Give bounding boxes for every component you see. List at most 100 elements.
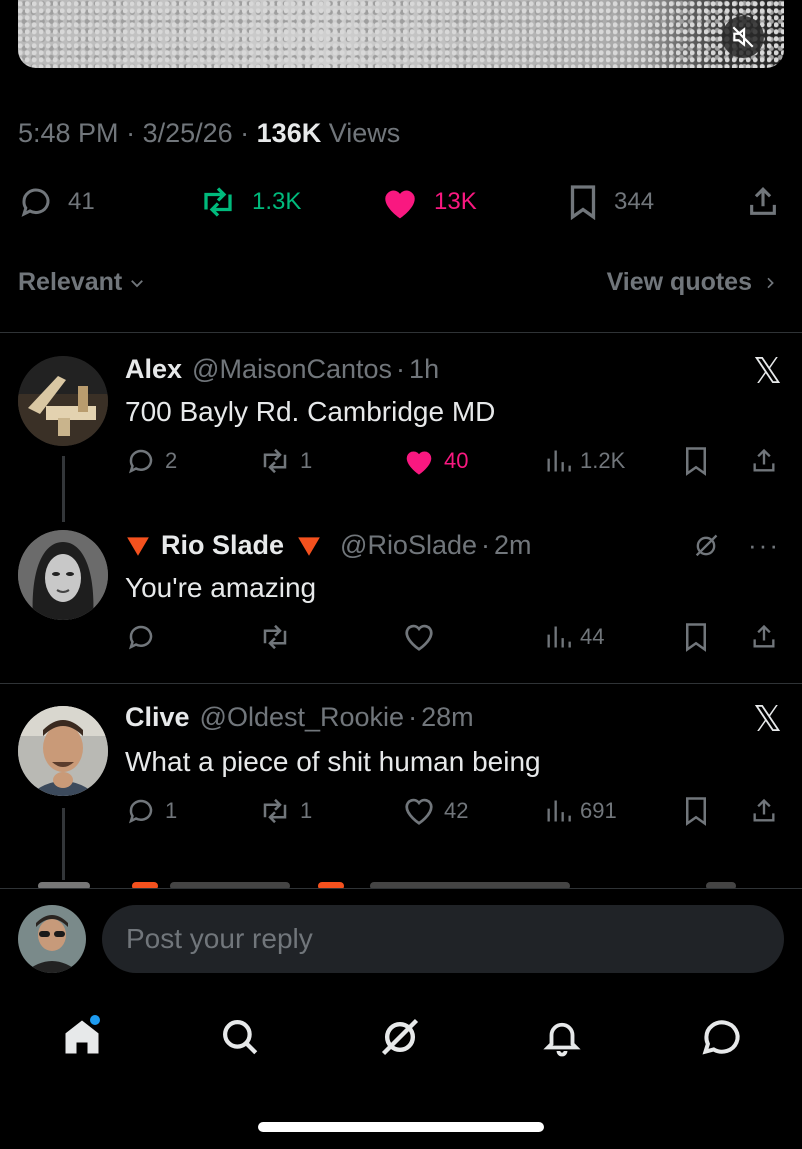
avatar-image-icon xyxy=(18,905,86,973)
views-button[interactable]: 691 xyxy=(544,796,617,826)
notification-dot xyxy=(90,1015,100,1025)
author-handle[interactable]: @Oldest_Rookie xyxy=(200,702,405,733)
bookmark-button[interactable] xyxy=(682,446,710,476)
mute-button[interactable] xyxy=(722,16,764,58)
bookmark-button[interactable]: 344 xyxy=(566,184,654,220)
more-options-icon[interactable]: ··· xyxy=(748,530,780,561)
bookmark-button[interactable] xyxy=(682,796,710,826)
tweet-actions: 41 1.3K 13K 344 xyxy=(0,180,802,226)
view-quotes-label: View quotes xyxy=(606,268,752,296)
analytics-bar-icon xyxy=(547,626,571,648)
nav-grok[interactable] xyxy=(374,1011,426,1063)
reply-time: 2m xyxy=(494,530,532,560)
home-indicator[interactable] xyxy=(258,1122,544,1132)
reply-count: 41 xyxy=(68,188,95,215)
reply-button[interactable]: 41 xyxy=(18,184,95,220)
repost-icon xyxy=(204,187,232,217)
share-icon xyxy=(750,187,776,215)
like-button[interactable] xyxy=(402,622,444,652)
author-name[interactable]: Alex xyxy=(125,354,182,385)
reply-bubble-icon xyxy=(21,188,50,217)
reply-header: Clive @Oldest_Rookie · 28m xyxy=(125,702,474,733)
avatar[interactable] xyxy=(18,530,108,620)
views-label: Views xyxy=(328,118,401,148)
chevron-right-icon xyxy=(767,277,774,288)
author-name[interactable]: Rio Slade xyxy=(161,530,284,561)
repost-count: 1 xyxy=(300,798,313,823)
repost-button[interactable]: 1 xyxy=(258,796,312,826)
author-handle[interactable]: @MaisonCantos xyxy=(192,354,392,385)
share-button[interactable] xyxy=(750,446,778,476)
bookmark-icon xyxy=(686,623,706,652)
grok-icon xyxy=(381,1018,419,1056)
avatar[interactable] xyxy=(18,706,108,796)
reply-count: 1 xyxy=(165,798,178,823)
reply-bubble-icon xyxy=(128,449,153,474)
repost-count: 1.3K xyxy=(252,188,302,215)
reply-header: Rio Slade @RioSlade · 2m xyxy=(125,530,532,561)
nav-search[interactable] xyxy=(214,1011,266,1063)
repost-icon xyxy=(263,798,287,824)
repost-icon xyxy=(263,624,287,650)
view-quotes-link[interactable]: View quotes xyxy=(607,268,778,297)
reply-time: 1h xyxy=(409,354,440,384)
reply-item[interactable]: Clive @Oldest_Rookie · 28m 𝕏 What a piec… xyxy=(0,684,802,880)
red-triangle-icon xyxy=(298,536,320,556)
current-user-avatar[interactable] xyxy=(18,905,86,973)
like-button[interactable]: 13K xyxy=(380,184,477,220)
x-logo-icon[interactable]: 𝕏 xyxy=(753,350,782,392)
chevron-down-icon xyxy=(131,279,144,287)
nav-messages[interactable] xyxy=(696,1011,748,1063)
reply-actions: 44 xyxy=(0,622,802,662)
bottom-nav xyxy=(0,995,802,1085)
repost-icon xyxy=(263,448,287,474)
share-button[interactable] xyxy=(750,796,778,826)
bookmark-icon xyxy=(686,447,706,476)
reply-item[interactable]: Alex @MaisonCantos · 1h 𝕏 700 Bayly Rd. … xyxy=(0,332,802,522)
tweet-time: 5:48 PM xyxy=(18,118,119,148)
views-button[interactable]: 1.2K xyxy=(544,446,625,476)
reply-button[interactable]: 1 xyxy=(125,796,177,826)
share-icon xyxy=(753,798,775,822)
analytics-bar-icon xyxy=(547,800,571,822)
views-count: 1.2K xyxy=(580,448,626,473)
tweet-media-video[interactable] xyxy=(18,0,784,68)
reply-item[interactable]: Rio Slade @RioSlade · 2m ··· You're amaz… xyxy=(0,512,802,682)
author-handle[interactable]: @RioSlade xyxy=(340,530,477,561)
reply-actions: 2 1 40 1.2K xyxy=(0,446,802,486)
repost-button[interactable]: 1.3K xyxy=(198,184,301,220)
like-button[interactable]: 40 xyxy=(402,446,468,476)
red-triangle-icon xyxy=(127,536,149,556)
like-button[interactable]: 42 xyxy=(402,796,468,826)
reply-button[interactable] xyxy=(125,622,165,652)
share-icon xyxy=(753,448,775,472)
nav-notifications[interactable] xyxy=(536,1011,588,1063)
bookmark-icon xyxy=(686,797,706,826)
share-button[interactable] xyxy=(750,622,778,652)
repost-button[interactable]: 1 xyxy=(258,446,312,476)
bookmark-button[interactable] xyxy=(682,622,710,652)
tweet-meta: 5:48 PM · 3/25/26 · 136K Views xyxy=(18,118,401,148)
grok-icon[interactable] xyxy=(692,532,720,560)
repost-button[interactable] xyxy=(258,622,300,652)
x-logo-icon[interactable]: 𝕏 xyxy=(753,698,782,740)
next-reply-peek xyxy=(0,880,802,888)
avatar-image-icon xyxy=(18,706,108,796)
reply-bubble-icon xyxy=(128,625,153,650)
reply-button[interactable]: 2 xyxy=(125,446,177,476)
views-button[interactable]: 44 xyxy=(544,622,604,652)
reply-time: 28m xyxy=(421,702,474,732)
reply-input[interactable] xyxy=(102,905,784,973)
share-button[interactable] xyxy=(746,184,780,220)
nav-home[interactable] xyxy=(56,1011,108,1063)
avatar[interactable] xyxy=(18,356,108,446)
author-name[interactable]: Clive xyxy=(125,702,190,733)
messages-bubble-icon xyxy=(702,1020,740,1055)
like-count: 42 xyxy=(444,798,469,823)
views-count: 44 xyxy=(580,624,605,649)
bookmark-count: 344 xyxy=(614,188,655,215)
reply-count: 2 xyxy=(165,448,178,473)
heart-outline-icon xyxy=(405,798,433,825)
sort-dropdown[interactable]: Relevant xyxy=(18,268,146,297)
reply-header: Alex @MaisonCantos · 1h xyxy=(125,354,440,385)
